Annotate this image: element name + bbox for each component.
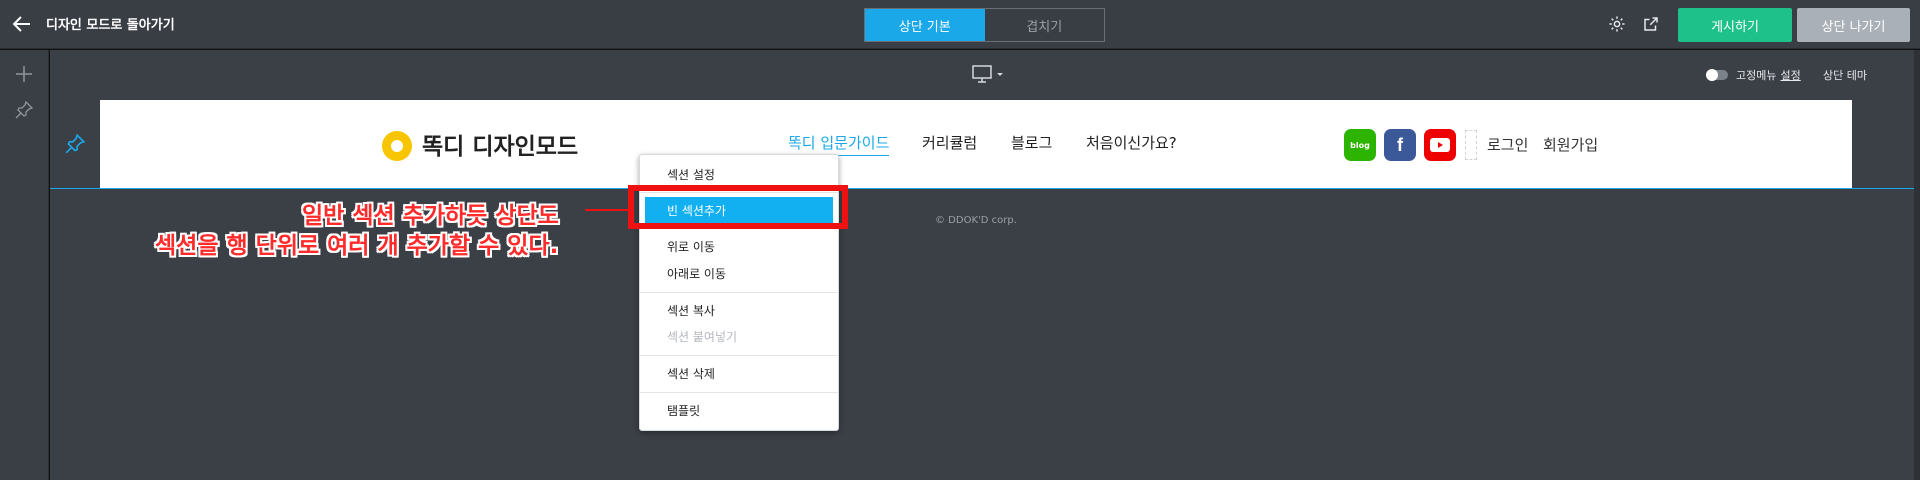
pin-icon[interactable] (14, 100, 34, 120)
nav-item-first-time[interactable]: 처음이신가요? (1086, 132, 1177, 153)
fixed-menu-label: 고정메뉴 (1736, 69, 1777, 82)
tab-overlap[interactable]: 겹치기 (985, 9, 1105, 41)
annotation-line-2: 섹션을 행 단위로 여러 개 추가할 수 있다. (155, 233, 559, 259)
signup-link[interactable]: 회원가입 (1543, 134, 1598, 155)
facebook-icon[interactable]: f (1384, 129, 1416, 161)
footer-copyright: © DDOK'D corp. (935, 215, 1017, 226)
menu-item-delete-section[interactable]: 섹션 삭제 (640, 361, 838, 385)
fixed-menu-switch[interactable] (1706, 69, 1728, 81)
menu-divider (640, 392, 838, 393)
exit-top-button[interactable]: 상단 나가기 (1797, 8, 1910, 42)
menu-item-move-up[interactable]: 위로 이동 (640, 234, 838, 258)
left-rail (0, 50, 49, 480)
external-link-icon[interactable] (1642, 15, 1660, 33)
menu-item-move-down[interactable]: 아래로 이동 (640, 261, 838, 285)
menu-divider (640, 355, 838, 356)
plus-icon[interactable] (14, 64, 34, 84)
tab-top-basic[interactable]: 상단 기본 (865, 9, 985, 41)
menu-item-copy-section[interactable]: 섹션 복사 (640, 298, 838, 322)
fixed-menu-setting-link[interactable]: 설정 (1780, 67, 1800, 83)
gear-icon[interactable] (1608, 15, 1626, 33)
back-to-design-mode-link[interactable]: 디자인 모드로 돌아가기 (46, 14, 175, 33)
blog-icon-label: blog (1350, 140, 1370, 150)
youtube-icon[interactable] (1424, 129, 1456, 161)
fixed-menu-toggle[interactable]: 고정메뉴 설정 (1706, 67, 1801, 83)
nav-item-curriculum[interactable]: 커리큘럼 (922, 132, 977, 153)
publish-button[interactable]: 게시하기 (1678, 8, 1792, 42)
back-arrow-icon[interactable] (10, 12, 34, 36)
site-logo-text[interactable]: 똑디 디자인모드 (422, 127, 578, 161)
top-bar: 디자인 모드로 돌아가기 상단 기본 겹치기 게시하기 상단 나가기 (0, 0, 1920, 49)
desktop-icon[interactable] (968, 63, 1008, 85)
blog-icon[interactable]: blog (1344, 129, 1376, 161)
menu-divider (640, 292, 838, 293)
menu-item-template[interactable]: 탬플릿 (640, 398, 838, 422)
placeholder-slot (1465, 130, 1477, 160)
highlight-box (628, 185, 848, 229)
menu-item-section-settings[interactable]: 섹션 설정 (640, 162, 838, 186)
section-boundary-line (50, 188, 1914, 189)
nav-item-blog[interactable]: 블로그 (1011, 132, 1052, 153)
login-link[interactable]: 로그인 (1487, 134, 1528, 155)
scrollbar[interactable] (1914, 50, 1920, 480)
callout-line (585, 209, 629, 211)
section-pin-icon[interactable] (64, 133, 86, 155)
annotation-line-1: 일반 섹션 추가하듯 상단도 (302, 203, 559, 229)
nav-item-guide[interactable]: 똑디 입문가이드 (788, 132, 890, 156)
mode-tabs: 상단 기본 겹치기 (864, 8, 1105, 42)
top-theme-button[interactable]: 상단 테마 (1823, 67, 1867, 83)
menu-item-paste-section: 섹션 붙여넣기 (667, 329, 738, 344)
facebook-icon-label: f (1397, 134, 1403, 155)
youtube-play-icon (1430, 138, 1450, 152)
logo-icon[interactable] (382, 131, 412, 161)
